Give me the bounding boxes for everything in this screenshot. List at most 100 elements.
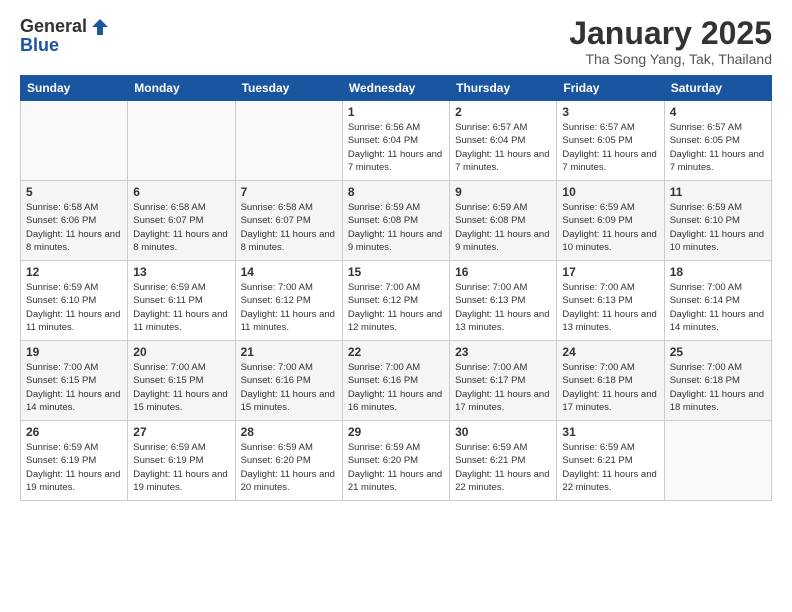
col-sunday: Sunday (21, 76, 128, 101)
col-wednesday: Wednesday (342, 76, 449, 101)
calendar-cell: 20 Sunrise: 7:00 AMSunset: 6:15 PMDayligh… (128, 341, 235, 421)
day-info: Sunrise: 6:59 AMSunset: 6:08 PMDaylight:… (455, 201, 551, 254)
day-number: 22 (348, 345, 444, 359)
day-info: Sunrise: 7:00 AMSunset: 6:17 PMDaylight:… (455, 361, 551, 414)
logo-blue: Blue (20, 36, 111, 56)
logo-icon (89, 16, 111, 38)
day-info: Sunrise: 7:00 AMSunset: 6:15 PMDaylight:… (133, 361, 229, 414)
day-number: 1 (348, 105, 444, 119)
day-number: 17 (562, 265, 658, 279)
title-area: January 2025 Tha Song Yang, Tak, Thailan… (569, 16, 772, 67)
calendar-subtitle: Tha Song Yang, Tak, Thailand (569, 51, 772, 67)
calendar-cell: 5 Sunrise: 6:58 AMSunset: 6:06 PMDaylight… (21, 181, 128, 261)
day-info: Sunrise: 6:59 AMSunset: 6:10 PMDaylight:… (670, 201, 766, 254)
calendar-cell: 10Sunrise: 6:59 AMSunset: 6:09 PMDayligh… (557, 181, 664, 261)
calendar-title: January 2025 (569, 16, 772, 51)
day-number: 15 (348, 265, 444, 279)
calendar-cell: 8Sunrise: 6:59 AMSunset: 6:08 PMDaylight… (342, 181, 449, 261)
day-info: Sunrise: 7:00 AMSunset: 6:12 PMDaylight:… (348, 281, 444, 334)
day-info: Sunrise: 7:00 AMSunset: 6:13 PMDaylight:… (562, 281, 658, 334)
calendar-cell: 26Sunrise: 6:59 AMSunset: 6:19 PMDayligh… (21, 421, 128, 501)
day-info: Sunrise: 6:59 AMSunset: 6:19 PMDaylight:… (26, 441, 122, 494)
day-number: 6 (133, 185, 229, 199)
day-number: 4 (670, 105, 766, 119)
day-number: 25 (670, 345, 766, 359)
day-info: Sunrise: 6:59 AMSunset: 6:10 PMDaylight:… (26, 281, 122, 334)
day-info: Sunrise: 7:00 AMSunset: 6:15 PMDaylight:… (26, 361, 122, 414)
calendar-cell: 31Sunrise: 6:59 AMSunset: 6:21 PMDayligh… (557, 421, 664, 501)
col-friday: Friday (557, 76, 664, 101)
day-info: Sunrise: 6:57 AMSunset: 6:04 PMDaylight:… (455, 121, 551, 174)
day-info: Sunrise: 6:58 AMSunset: 6:06 PMDaylight:… (26, 201, 122, 254)
logo: General Blue (20, 16, 111, 56)
day-info: Sunrise: 6:56 AMSunset: 6:04 PMDaylight:… (348, 121, 444, 174)
calendar-cell: 16 Sunrise: 7:00 AMSunset: 6:13 PMDayligh… (450, 261, 557, 341)
calendar-cell: 18 Sunrise: 7:00 AMSunset: 6:14 PMDayligh… (664, 261, 771, 341)
day-info: Sunrise: 7:00 AMSunset: 6:16 PMDaylight:… (348, 361, 444, 414)
logo-general: General (20, 17, 87, 37)
day-number: 27 (133, 425, 229, 439)
day-number: 2 (455, 105, 551, 119)
calendar-cell: 29Sunrise: 6:59 AMSunset: 6:20 PMDayligh… (342, 421, 449, 501)
day-number: 7 (241, 185, 337, 199)
day-number: 23 (455, 345, 551, 359)
calendar-cell: 11 Sunrise: 6:59 AMSunset: 6:10 PMDayligh… (664, 181, 771, 261)
calendar-week-2: 5 Sunrise: 6:58 AMSunset: 6:06 PMDaylight… (21, 181, 772, 261)
calendar-cell: 22 Sunrise: 7:00 AMSunset: 6:16 PMDayligh… (342, 341, 449, 421)
calendar-table: Sunday Monday Tuesday Wednesday Thursday… (20, 75, 772, 501)
day-number: 5 (26, 185, 122, 199)
day-number: 12 (26, 265, 122, 279)
calendar-cell: 30 Sunrise: 6:59 AMSunset: 6:21 PMDayligh… (450, 421, 557, 501)
day-info: Sunrise: 7:00 AMSunset: 6:18 PMDaylight:… (670, 361, 766, 414)
day-info: Sunrise: 7:00 AMSunset: 6:18 PMDaylight:… (562, 361, 658, 414)
calendar-cell: 3Sunrise: 6:57 AMSunset: 6:05 PMDaylight… (557, 101, 664, 181)
calendar-cell (128, 101, 235, 181)
calendar-cell: 4 Sunrise: 6:57 AMSunset: 6:05 PMDaylight… (664, 101, 771, 181)
calendar-cell: 28 Sunrise: 6:59 AMSunset: 6:20 PMDayligh… (235, 421, 342, 501)
calendar-week-3: 12 Sunrise: 6:59 AMSunset: 6:10 PMDayligh… (21, 261, 772, 341)
day-number: 10 (562, 185, 658, 199)
day-info: Sunrise: 6:59 AMSunset: 6:19 PMDaylight:… (133, 441, 229, 494)
calendar-week-1: 1 Sunrise: 6:56 AMSunset: 6:04 PMDaylight… (21, 101, 772, 181)
calendar-week-4: 19Sunrise: 7:00 AMSunset: 6:15 PMDayligh… (21, 341, 772, 421)
calendar-cell: 17 Sunrise: 7:00 AMSunset: 6:13 PMDayligh… (557, 261, 664, 341)
col-tuesday: Tuesday (235, 76, 342, 101)
calendar-header-row: Sunday Monday Tuesday Wednesday Thursday… (21, 76, 772, 101)
day-number: 16 (455, 265, 551, 279)
header: General Blue January 2025 Tha Song Yang,… (20, 16, 772, 67)
day-number: 3 (562, 105, 658, 119)
day-number: 13 (133, 265, 229, 279)
day-number: 20 (133, 345, 229, 359)
day-number: 9 (455, 185, 551, 199)
day-number: 21 (241, 345, 337, 359)
calendar-cell: 12 Sunrise: 6:59 AMSunset: 6:10 PMDayligh… (21, 261, 128, 341)
calendar-cell: 27 Sunrise: 6:59 AMSunset: 6:19 PMDayligh… (128, 421, 235, 501)
calendar-cell: 25 Sunrise: 7:00 AMSunset: 6:18 PMDayligh… (664, 341, 771, 421)
day-number: 11 (670, 185, 766, 199)
calendar-cell: 1 Sunrise: 6:56 AMSunset: 6:04 PMDaylight… (342, 101, 449, 181)
day-info: Sunrise: 7:00 AMSunset: 6:13 PMDaylight:… (455, 281, 551, 334)
col-saturday: Saturday (664, 76, 771, 101)
calendar-cell (235, 101, 342, 181)
calendar-cell: 15 Sunrise: 7:00 AMSunset: 6:12 PMDayligh… (342, 261, 449, 341)
day-info: Sunrise: 6:57 AMSunset: 6:05 PMDaylight:… (670, 121, 766, 174)
col-thursday: Thursday (450, 76, 557, 101)
calendar-cell: 7 Sunrise: 6:58 AMSunset: 6:07 PMDaylight… (235, 181, 342, 261)
day-number: 30 (455, 425, 551, 439)
day-number: 24 (562, 345, 658, 359)
day-info: Sunrise: 7:00 AMSunset: 6:14 PMDaylight:… (670, 281, 766, 334)
calendar-cell: 21Sunrise: 7:00 AMSunset: 6:16 PMDayligh… (235, 341, 342, 421)
calendar-cell: 19Sunrise: 7:00 AMSunset: 6:15 PMDayligh… (21, 341, 128, 421)
calendar-cell: 14Sunrise: 7:00 AMSunset: 6:12 PMDayligh… (235, 261, 342, 341)
day-number: 29 (348, 425, 444, 439)
day-number: 28 (241, 425, 337, 439)
day-info: Sunrise: 6:59 AMSunset: 6:20 PMDaylight:… (241, 441, 337, 494)
day-number: 14 (241, 265, 337, 279)
day-info: Sunrise: 6:59 AMSunset: 6:21 PMDaylight:… (455, 441, 551, 494)
day-info: Sunrise: 6:59 AMSunset: 6:08 PMDaylight:… (348, 201, 444, 254)
day-number: 18 (670, 265, 766, 279)
calendar-cell: 2 Sunrise: 6:57 AMSunset: 6:04 PMDaylight… (450, 101, 557, 181)
day-info: Sunrise: 6:58 AMSunset: 6:07 PMDaylight:… (241, 201, 337, 254)
calendar-cell: 9 Sunrise: 6:59 AMSunset: 6:08 PMDaylight… (450, 181, 557, 261)
calendar-cell (21, 101, 128, 181)
